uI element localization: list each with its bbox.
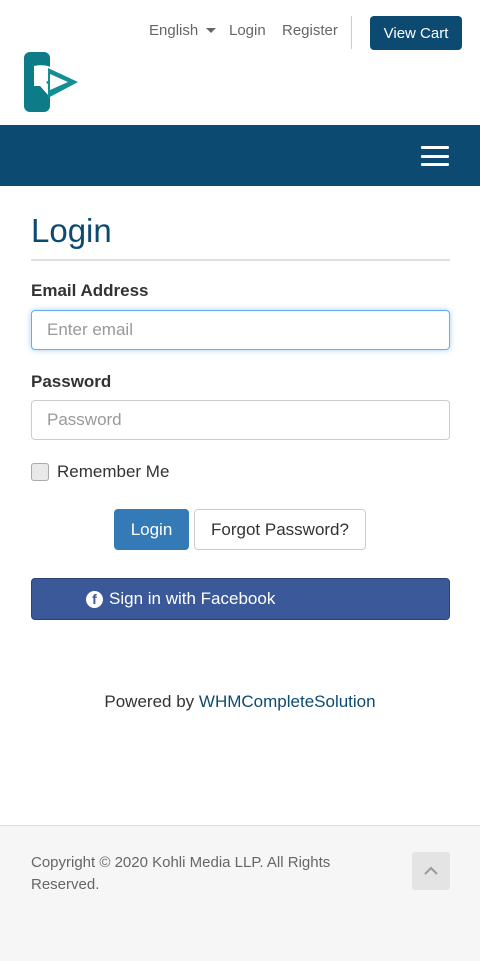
view-cart-button[interactable]: View Cart xyxy=(370,16,462,50)
password-label: Password xyxy=(31,372,112,391)
email-field[interactable] xyxy=(31,310,450,350)
login-link[interactable]: Login xyxy=(229,22,266,39)
email-label: Email Address xyxy=(31,281,149,300)
remember-me-label[interactable]: Remember Me xyxy=(57,462,169,482)
remember-me: Remember Me xyxy=(31,462,169,482)
footer: Copyright © 2020 Kohli Media LLP. All Ri… xyxy=(0,825,480,961)
caret-down-icon xyxy=(206,28,217,33)
forgot-password-button[interactable]: Forgot Password? xyxy=(194,509,366,550)
password-field[interactable] xyxy=(31,400,450,440)
powered-by-prefix: Powered by xyxy=(104,692,195,711)
chevron-up-icon xyxy=(424,866,438,875)
facebook-signin-button[interactable]: f Sign in with Facebook xyxy=(31,578,450,620)
copyright-text: Copyright © 2020 Kohli Media LLP. All Ri… xyxy=(31,854,331,893)
page-title: Login xyxy=(31,212,112,249)
hamburger-icon[interactable] xyxy=(421,146,449,166)
header-divider xyxy=(351,16,352,49)
facebook-signin-label: Sign in with Facebook xyxy=(109,589,276,608)
language-label: English xyxy=(149,22,199,39)
language-dropdown[interactable]: English xyxy=(149,22,217,39)
register-link[interactable]: Register xyxy=(282,22,338,39)
main-navbar xyxy=(0,125,480,186)
rk-logo[interactable] xyxy=(22,52,80,112)
back-to-top-button[interactable] xyxy=(412,852,450,890)
whmcs-link[interactable]: WHMCompleteSolution xyxy=(199,692,376,711)
login-button[interactable]: Login xyxy=(114,509,189,550)
powered-by: Powered by WHMCompleteSolution xyxy=(0,692,480,712)
remember-me-checkbox[interactable] xyxy=(31,463,49,481)
title-divider xyxy=(31,259,450,261)
facebook-icon: f xyxy=(86,590,103,608)
